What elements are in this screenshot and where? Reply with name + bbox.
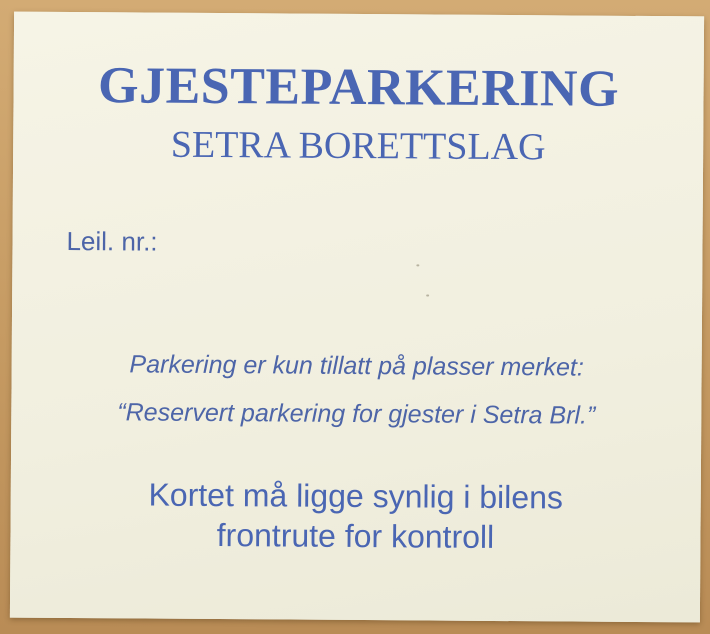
paper-speck [426,294,430,297]
display-notice: Kortet må ligge synlig i bilens frontrut… [10,474,701,559]
notice-line: Kortet må ligge synlig i bilens [148,476,564,516]
apartment-number-label: Leil. nr.: [66,225,158,257]
parking-rule-line: Parkering er kun tillatt på plasser merk… [129,350,584,382]
sign-title: GJESTEPARKERING [97,57,620,118]
reserved-sign-quote: “Reservert parkering for gjester i Setra… [117,398,596,430]
sign-subtitle: SETRA BORETTSLAG [170,123,546,169]
parking-permit-card: GJESTEPARKERING SETRA BORETTSLAG Leil. n… [9,11,705,623]
notice-line: frontrute for kontroll [216,517,495,555]
paper-speck [416,264,420,267]
